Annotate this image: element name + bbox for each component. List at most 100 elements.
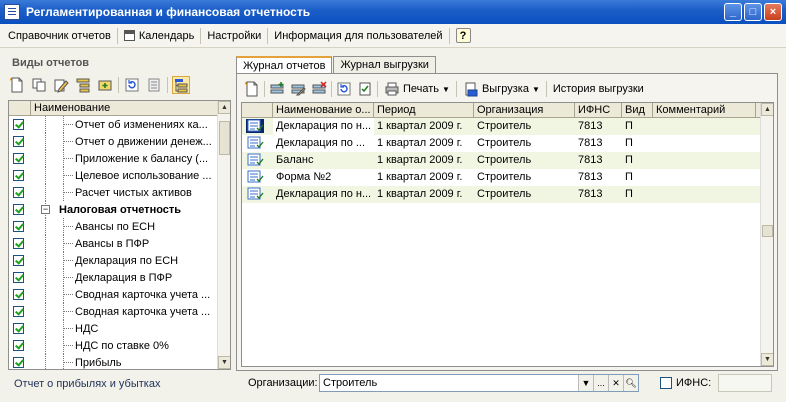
tree-item-checkbox[interactable]	[13, 119, 24, 130]
tree-connector	[63, 345, 73, 346]
tree-item-checkbox[interactable]	[13, 289, 24, 300]
menu-separator	[267, 27, 269, 44]
minimize-button[interactable]: _	[724, 3, 742, 21]
tree-item[interactable]: Расчет чистых активов	[9, 184, 230, 201]
tree-item[interactable]: Сводная карточка учета ...	[9, 286, 230, 303]
menu-user-info[interactable]: Информация для пользователей	[270, 26, 446, 46]
tree-item[interactable]: НДС по ставке 0%	[9, 337, 230, 354]
delete-row-button[interactable]	[310, 80, 328, 98]
tree-item-checkbox[interactable]	[13, 204, 24, 215]
tree-item-checkbox[interactable]	[13, 255, 24, 266]
tree-up-button[interactable]	[74, 76, 92, 94]
tree-item-checkbox[interactable]	[13, 306, 24, 317]
refresh-button[interactable]	[123, 76, 141, 94]
dropdown-arrow-icon[interactable]: ▼	[578, 375, 593, 391]
grid-cell-period: 1 квартал 2009 г.	[377, 188, 463, 200]
tree-item[interactable]: Отчет об изменениях ка...	[9, 116, 230, 133]
new-item-button[interactable]	[8, 76, 26, 94]
tree-connector	[63, 260, 73, 261]
ifns-filter-checkbox[interactable]	[660, 377, 672, 389]
edit-button[interactable]	[52, 76, 70, 94]
organizations-filter-field[interactable]: ▼ ... ✕ 🔍︎	[319, 374, 639, 392]
check-button[interactable]	[356, 80, 374, 98]
tree-item-checkbox[interactable]	[13, 340, 24, 351]
scroll-thumb[interactable]	[762, 225, 773, 237]
ifns-filter-input[interactable]	[718, 374, 772, 392]
tree-item[interactable]: Декларация в ПФР	[9, 269, 230, 286]
help-button[interactable]: ?	[452, 26, 475, 46]
table-row[interactable]: Баланс 1 квартал 2009 г. Строитель 7813 П	[242, 152, 773, 169]
select-ellipsis-button[interactable]: ...	[593, 375, 608, 391]
scroll-up-arrow-icon[interactable]: ▲	[218, 101, 230, 114]
open-icon[interactable]: 🔍︎	[623, 375, 638, 391]
menu-calendar[interactable]: Календарь	[120, 26, 199, 46]
tree-item[interactable]: Прибыль	[9, 354, 230, 369]
add-group-button[interactable]	[96, 76, 114, 94]
grid-cell-organization: Строитель	[477, 171, 532, 183]
tree-scrollbar[interactable]: ▲ ▼	[217, 101, 230, 369]
grid-scrollbar[interactable]: ▲ ▼	[760, 103, 773, 366]
grid-header-organization[interactable]: Организация	[474, 103, 575, 117]
tree-item-checkbox[interactable]	[13, 357, 24, 368]
copy-button[interactable]	[30, 76, 48, 94]
reports-grid[interactable]: Наименование о... Период Организация ИФН…	[241, 102, 774, 367]
tree-item-checkbox[interactable]	[13, 221, 24, 232]
new-report-button[interactable]	[243, 80, 261, 98]
new-document-icon	[244, 81, 258, 97]
maximize-button[interactable]: □	[744, 3, 762, 21]
table-row[interactable]: Форма №2 1 квартал 2009 г. Строитель 7813 П	[242, 169, 773, 186]
tree-guide-line	[45, 167, 46, 184]
grid-header-name[interactable]: Наименование о...	[273, 103, 374, 117]
table-row[interactable]: Декларация по н... 1 квартал 2009 г. Строи…	[242, 118, 773, 135]
tree-item-checkbox[interactable]	[13, 323, 24, 334]
export-button[interactable]: Выгрузка ▼	[460, 79, 543, 99]
organizations-filter-input[interactable]	[320, 375, 578, 391]
tree-item[interactable]: Декларация по ЕСН	[9, 252, 230, 269]
scroll-up-arrow-icon[interactable]: ▲	[761, 103, 773, 116]
export-history-button[interactable]: История выгрузки	[550, 79, 647, 99]
menu-separator	[200, 27, 202, 44]
menu-settings[interactable]: Настройки	[203, 26, 265, 46]
properties-button[interactable]	[145, 76, 163, 94]
tree-item-checkbox[interactable]	[13, 153, 24, 164]
menu-reports-directory[interactable]: Справочник отчетов	[4, 26, 115, 46]
add-row-button[interactable]	[268, 80, 286, 98]
refresh-journal-button[interactable]	[335, 80, 353, 98]
report-document-icon	[242, 186, 273, 203]
scroll-down-arrow-icon[interactable]: ▼	[218, 356, 230, 369]
edit-row-button[interactable]	[289, 80, 307, 98]
tree-item-checkbox[interactable]	[13, 272, 24, 283]
print-button[interactable]: Печать ▼	[381, 79, 453, 99]
close-button[interactable]: ×	[764, 3, 782, 21]
tree-item[interactable]: Сводная карточка учета ...	[9, 303, 230, 320]
scroll-down-arrow-icon[interactable]: ▼	[761, 353, 773, 366]
grid-header-comment[interactable]: Комментарий	[653, 103, 756, 117]
tree-item-checkbox[interactable]	[13, 238, 24, 249]
tree-guide-line	[45, 116, 46, 133]
table-row[interactable]: Декларация по ... 1 квартал 2009 г. Строит…	[242, 135, 773, 152]
collapse-icon[interactable]: −	[41, 205, 50, 214]
add-row-icon	[270, 82, 284, 94]
tree-item[interactable]: Приложение к балансу (...	[9, 150, 230, 167]
tree-item-checkbox[interactable]	[13, 187, 24, 198]
grid-cell-type: П	[625, 154, 633, 166]
tree-item[interactable]: Авансы по ЕСН	[9, 218, 230, 235]
grid-header-period[interactable]: Период	[374, 103, 474, 117]
grid-header-type[interactable]: Вид	[622, 103, 653, 117]
tree-item-checkbox[interactable]	[13, 170, 24, 181]
grid-header-ifns[interactable]: ИФНС	[575, 103, 622, 117]
tree-item-checkbox[interactable]	[13, 136, 24, 147]
tab-export-journal[interactable]: Журнал выгрузки	[333, 56, 436, 74]
table-row[interactable]: Декларация по н... 1 квартал 2009 г. Строи…	[242, 186, 773, 203]
tree-connector	[63, 141, 73, 142]
tree-item[interactable]: Авансы в ПФР	[9, 235, 230, 252]
tree-item[interactable]: Отчет о движении денеж...	[9, 133, 230, 150]
clear-icon[interactable]: ✕	[608, 375, 623, 391]
tree-item[interactable]: Целевое использование ...	[9, 167, 230, 184]
report-types-tree[interactable]: Наименование Отчет об изменениях ка... От…	[8, 100, 231, 370]
tree-header-name[interactable]: Наименование	[31, 101, 110, 115]
tree-item[interactable]: − Налоговая отчетность	[9, 201, 230, 218]
scroll-thumb[interactable]	[219, 121, 230, 155]
hierarchy-mode-button[interactable]	[172, 76, 190, 94]
tree-item[interactable]: НДС	[9, 320, 230, 337]
